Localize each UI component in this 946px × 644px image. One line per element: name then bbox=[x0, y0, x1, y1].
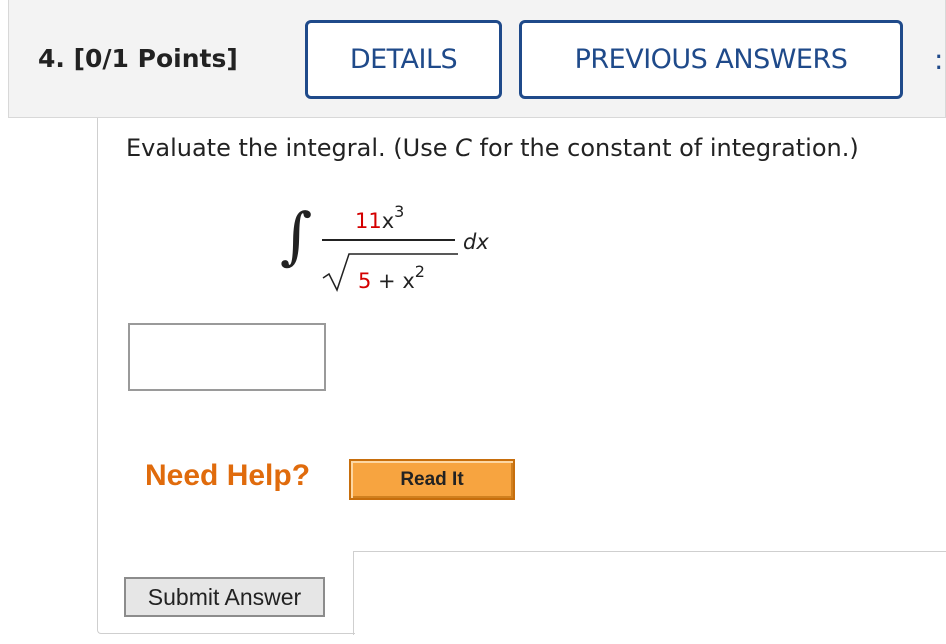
submit-answer-button[interactable]: Submit Answer bbox=[124, 577, 325, 617]
question-prompt: Evaluate the integral. (Use C for the co… bbox=[126, 134, 859, 162]
numerator-coefficient: 11 bbox=[355, 209, 382, 233]
denominator-plus-x: + x bbox=[371, 269, 415, 293]
details-button[interactable]: DETAILS bbox=[305, 20, 502, 99]
prompt-variable: C bbox=[455, 134, 472, 162]
previous-answers-button[interactable]: PREVIOUS ANSWERS bbox=[519, 20, 903, 99]
integral-denominator: 5 + x2 bbox=[358, 262, 425, 293]
prompt-text-after: for the constant of integration.) bbox=[471, 134, 859, 162]
numerator-exponent: 3 bbox=[394, 202, 405, 221]
numerator-variable: x bbox=[381, 209, 395, 233]
overflow-button-edge[interactable]: : bbox=[934, 46, 946, 74]
question-number-points: 4. [0/1 Points] bbox=[38, 44, 238, 73]
integral-symbol: ∫ bbox=[280, 199, 313, 272]
answer-input[interactable] bbox=[128, 323, 326, 391]
read-it-button[interactable]: Read It bbox=[349, 459, 515, 500]
prompt-text-before: Evaluate the integral. (Use bbox=[126, 134, 456, 162]
need-help-label: Need Help? bbox=[145, 459, 311, 492]
differential: dx bbox=[463, 230, 489, 254]
integral-numerator: 11x3 bbox=[355, 202, 405, 233]
fraction-bar bbox=[322, 239, 455, 241]
panel-bottom-right-border bbox=[353, 551, 946, 635]
denominator-constant: 5 bbox=[358, 269, 372, 293]
denominator-exponent: 2 bbox=[414, 262, 425, 281]
